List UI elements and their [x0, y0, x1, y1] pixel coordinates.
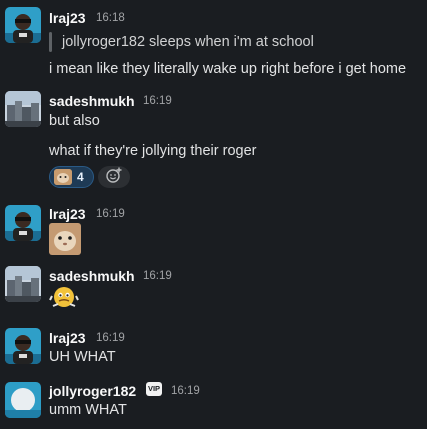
avatar-lraj23[interactable]: [5, 7, 41, 43]
timestamp[interactable]: 16:19: [143, 270, 172, 282]
add-reaction-button[interactable]: [98, 166, 130, 188]
message-text: i mean like they literally wake up right…: [49, 61, 407, 77]
timestamp[interactable]: 16:18: [96, 12, 125, 24]
username[interactable]: sadeshmukh: [49, 268, 135, 284]
reaction-count: 4: [77, 170, 84, 184]
cat-face-icon: [54, 169, 72, 185]
sweating-emoji[interactable]: [49, 284, 79, 310]
timestamp[interactable]: 16:19: [96, 208, 125, 220]
timestamp[interactable]: 16:19: [96, 332, 125, 344]
avatar-lraj23[interactable]: [5, 205, 41, 241]
avatar-jollyroger182[interactable]: [5, 382, 41, 418]
quoted-text: jollyroger182 sleeps when i'm at school: [62, 34, 314, 50]
username[interactable]: lraj23: [49, 330, 86, 346]
vip-badge: VIP: [146, 382, 162, 396]
username[interactable]: lraj23: [49, 10, 86, 26]
quote-bar: [49, 32, 52, 52]
cat-face-emoji[interactable]: [49, 223, 81, 255]
avatar-sadeshmukh[interactable]: [5, 91, 41, 127]
timestamp[interactable]: 16:19: [143, 95, 172, 107]
add-emoji-icon: [105, 166, 123, 189]
message-text: but also: [49, 113, 100, 129]
message-text: what if they're jollying their roger: [49, 143, 257, 159]
avatar-sadeshmukh[interactable]: [5, 266, 41, 302]
username[interactable]: jollyroger182: [49, 383, 136, 399]
username[interactable]: lraj23: [49, 206, 86, 222]
timestamp[interactable]: 16:19: [171, 385, 200, 397]
reaction-pill[interactable]: 4: [49, 166, 94, 188]
username[interactable]: sadeshmukh: [49, 93, 135, 109]
message-text: umm WHAT: [49, 402, 127, 418]
message-text: UH WHAT: [49, 349, 116, 365]
avatar-lraj23[interactable]: [5, 328, 41, 364]
